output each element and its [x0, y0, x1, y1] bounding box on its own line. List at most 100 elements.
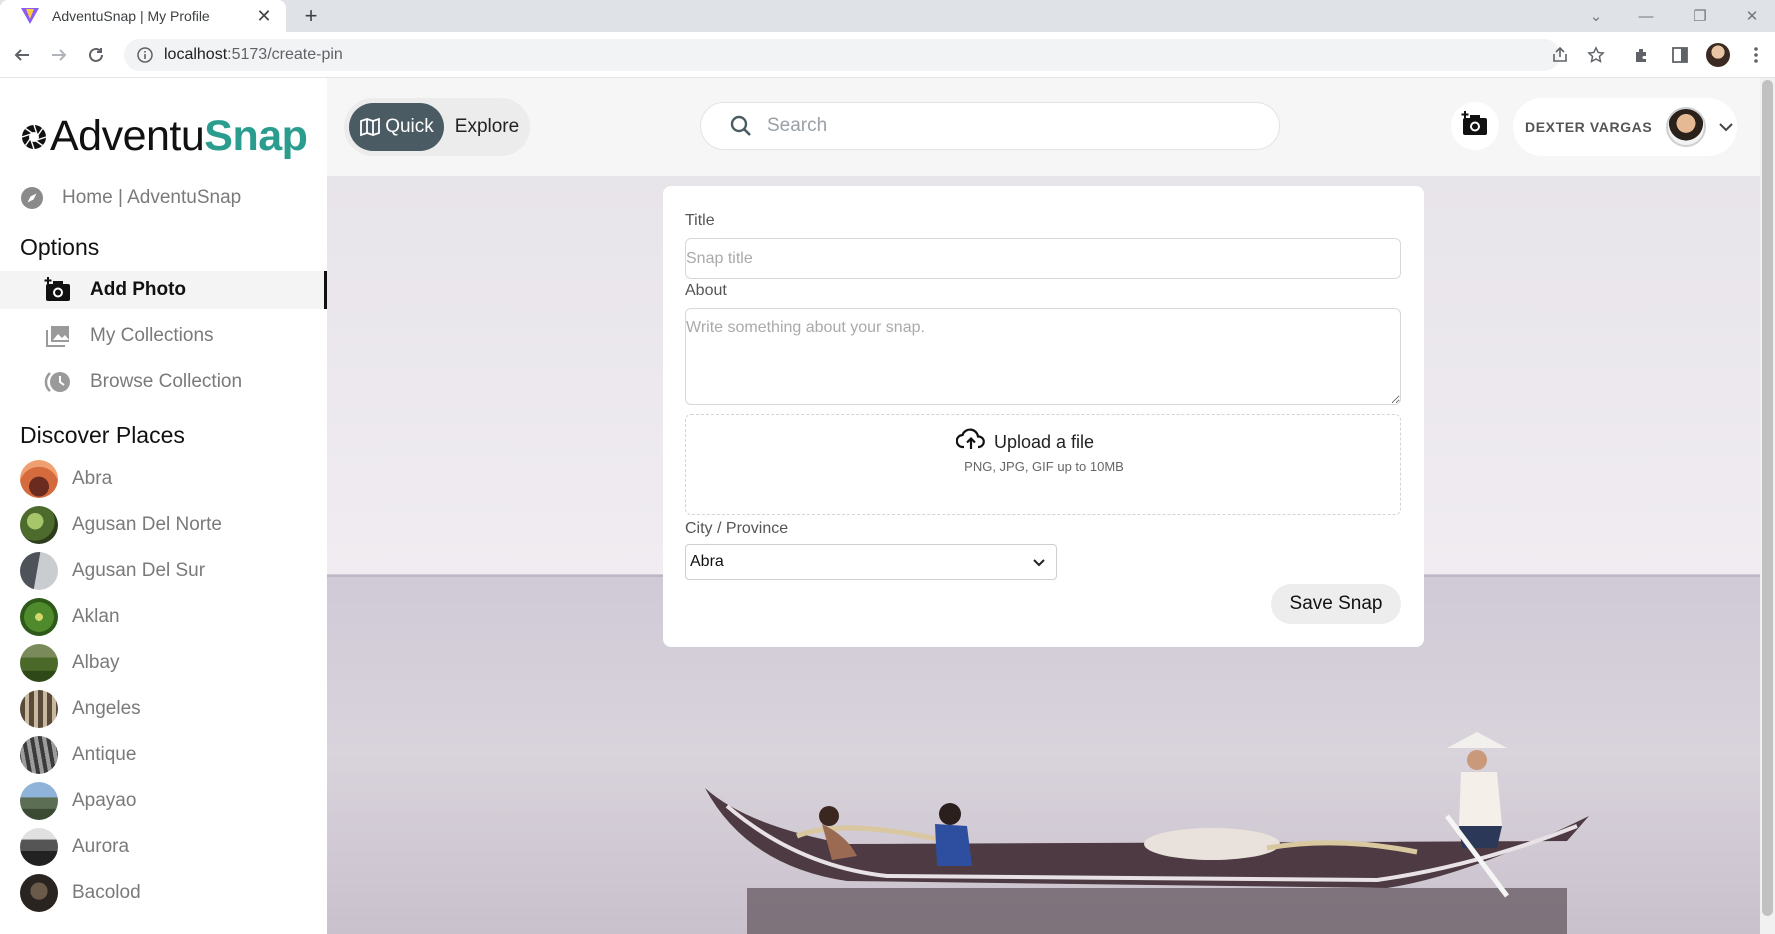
- cloud-upload-icon: [955, 427, 986, 457]
- upload-dropzone[interactable]: Upload a file PNG, JPG, GIF up to 10MB: [685, 414, 1401, 515]
- sidebar-item-browse-collection[interactable]: Browse Collection: [0, 363, 327, 401]
- upload-button[interactable]: Upload a file: [955, 427, 1095, 457]
- place-item-apayao[interactable]: Apayao: [20, 782, 136, 820]
- logo-text-part1: Adventu: [50, 112, 205, 160]
- extensions-icon[interactable]: [1628, 41, 1656, 69]
- place-item-abra[interactable]: Abra: [20, 460, 112, 498]
- sidebar: AdventuSnap Home | AdventuSnap Options A…: [0, 78, 327, 934]
- chevron-down-icon: [1716, 117, 1736, 137]
- minimize-icon[interactable]: —: [1634, 4, 1658, 28]
- new-tab-icon[interactable]: +: [298, 3, 324, 29]
- add-photo-header-button[interactable]: [1451, 102, 1499, 150]
- main-content: Quick Explore DEXTER VARGAS Title: [327, 78, 1760, 934]
- place-thumbnail: [20, 460, 58, 498]
- explore-mode-button[interactable]: Explore: [449, 103, 525, 151]
- city-label: City / Province: [685, 520, 789, 537]
- browse-icon: [44, 368, 72, 396]
- user-menu[interactable]: DEXTER VARGAS: [1513, 98, 1737, 156]
- collections-icon: [44, 322, 72, 350]
- app-logo[interactable]: AdventuSnap: [20, 112, 308, 161]
- search-input[interactable]: [767, 115, 1247, 137]
- place-item-aklan[interactable]: Aklan: [20, 598, 120, 636]
- add-photo-icon: [44, 276, 72, 304]
- tab-title: AdventuSnap | My Profile: [52, 8, 210, 24]
- reload-icon[interactable]: [82, 41, 110, 69]
- bookmark-star-icon[interactable]: [1582, 41, 1610, 69]
- aperture-icon: [20, 123, 48, 151]
- side-panel-icon[interactable]: [1666, 41, 1694, 69]
- share-icon[interactable]: [1546, 41, 1574, 69]
- about-textarea[interactable]: [685, 308, 1401, 405]
- forward-icon[interactable]: [45, 41, 73, 69]
- sidebar-item-add-photo[interactable]: Add Photo: [0, 271, 327, 309]
- place-label: Aklan: [72, 606, 120, 627]
- url-path: :5173/create-pin: [227, 46, 343, 63]
- browser-tabstrip: AdventuSnap | My Profile ✕ + ⌄ — ❐ ✕: [0, 0, 1775, 32]
- place-item-bacolod[interactable]: Bacolod: [20, 874, 141, 912]
- place-label: Bacolod: [72, 882, 141, 903]
- search-icon: [729, 114, 753, 138]
- browser-tab[interactable]: AdventuSnap | My Profile ✕: [0, 0, 286, 32]
- address-bar[interactable]: localhost:5173/create-pin: [124, 39, 1567, 71]
- place-item-albay[interactable]: Albay: [20, 644, 120, 682]
- close-window-icon[interactable]: ✕: [1740, 4, 1764, 28]
- place-item-agusan-del-sur[interactable]: Agusan Del Sur: [20, 552, 205, 590]
- place-label: Agusan Del Sur: [72, 560, 206, 581]
- site-info-icon[interactable]: [136, 46, 154, 64]
- place-item-agusan-del-norte[interactable]: Agusan Del Norte: [20, 506, 222, 544]
- close-tab-icon[interactable]: ✕: [252, 4, 276, 28]
- place-item-angeles[interactable]: Angeles: [20, 690, 141, 728]
- place-thumbnail: [20, 598, 58, 636]
- sidebar-item-my-collections[interactable]: My Collections: [0, 317, 327, 355]
- map-icon: [359, 116, 381, 138]
- logo-text-part2: Snap: [204, 112, 308, 160]
- place-label: Angeles: [72, 698, 141, 719]
- compass-icon: [20, 186, 44, 210]
- chevron-down-icon: [1032, 555, 1046, 569]
- explore-mode-label: Explore: [454, 116, 520, 137]
- sidebar-item-label: Browse Collection: [90, 371, 243, 392]
- url-host: localhost: [164, 46, 228, 63]
- top-header: Quick Explore DEXTER VARGAS: [327, 78, 1760, 176]
- vite-favicon-icon: [20, 6, 40, 26]
- profile-avatar: [1706, 43, 1730, 67]
- about-label: About: [685, 282, 727, 299]
- upload-label: Upload a file: [994, 431, 1095, 452]
- place-thumbnail: [20, 506, 58, 544]
- mode-toggle: Quick Explore: [344, 98, 530, 156]
- home-link[interactable]: Home | AdventuSnap: [20, 186, 241, 210]
- quick-mode-button[interactable]: Quick: [349, 103, 444, 151]
- place-thumbnail: [20, 874, 58, 912]
- place-item-antique[interactable]: Antique: [20, 736, 136, 774]
- place-thumbnail: [20, 552, 58, 590]
- city-select-value: Abra: [690, 553, 724, 570]
- place-label: Apayao: [72, 790, 137, 811]
- profile-icon[interactable]: [1704, 41, 1732, 69]
- tab-search-icon[interactable]: ⌄: [1584, 4, 1608, 28]
- title-label: Title: [685, 212, 715, 229]
- place-label: Agusan Del Norte: [72, 514, 222, 535]
- place-label: Aurora: [72, 836, 130, 857]
- save-snap-button[interactable]: Save Snap: [1271, 584, 1401, 624]
- user-avatar: [1666, 107, 1707, 147]
- place-thumbnail: [20, 828, 58, 866]
- place-thumbnail: [20, 690, 58, 728]
- restore-icon[interactable]: ❐: [1688, 4, 1712, 28]
- upload-hint: PNG, JPG, GIF up to 10MB: [964, 459, 1124, 474]
- search-bar[interactable]: [700, 102, 1280, 150]
- page-scrollbar[interactable]: [1760, 78, 1775, 934]
- sidebar-item-label: Add Photo: [90, 279, 187, 300]
- url-text: localhost:5173/create-pin: [164, 46, 343, 64]
- browser-toolbar: localhost:5173/create-pin: [0, 32, 1775, 78]
- home-link-label: Home | AdventuSnap: [62, 187, 242, 208]
- discover-heading: Discover Places: [20, 422, 185, 448]
- place-item-aurora[interactable]: Aurora: [20, 828, 129, 866]
- user-name: DEXTER VARGAS: [1525, 119, 1653, 135]
- scrollbar-thumb[interactable]: [1762, 80, 1773, 916]
- options-heading: Options: [20, 234, 100, 260]
- menu-kebab-icon[interactable]: [1742, 41, 1770, 69]
- title-input[interactable]: [685, 238, 1401, 279]
- quick-mode-label: Quick: [385, 116, 434, 137]
- back-icon[interactable]: [8, 41, 36, 69]
- city-select[interactable]: Abra: [685, 544, 1057, 580]
